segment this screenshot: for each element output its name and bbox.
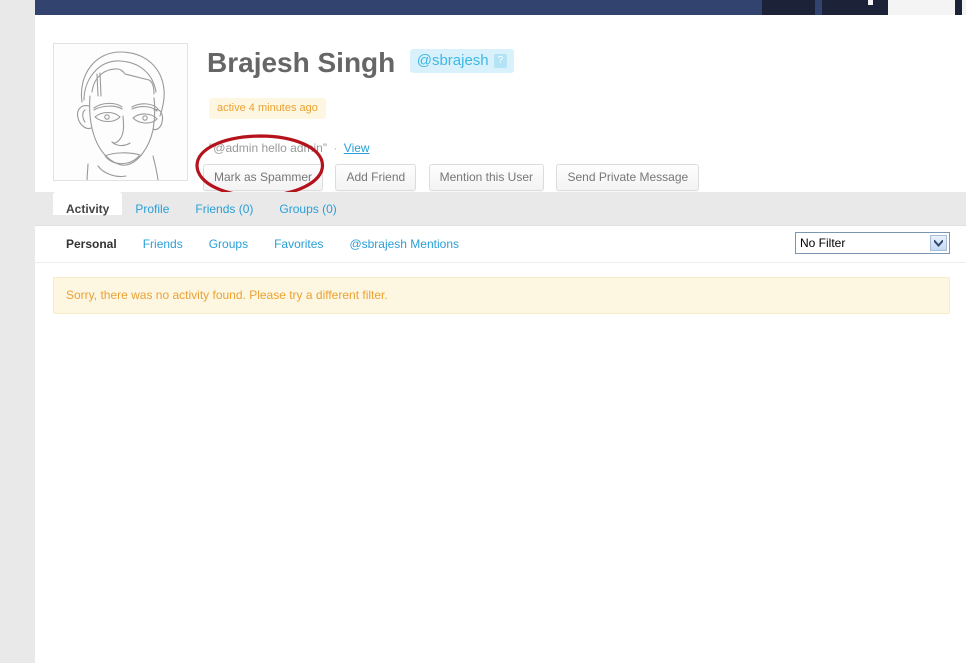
subnav-item-personal[interactable]: Personal [53,226,130,251]
admin-bar-segment-right[interactable] [822,0,888,15]
last-active-badge: active 4 minutes ago [209,98,326,119]
subnav-item-favorites[interactable]: Favorites [261,226,336,251]
page-container: Brajesh Singh @sbrajesh? active 4 minute… [35,15,966,663]
user-nicename-badge: @sbrajesh? [409,49,515,73]
page-title: Brajesh Singh [207,47,396,78]
subnav-item-groups-label[interactable]: Groups [196,226,261,251]
activity-filter-selected-value: No Filter [800,236,846,250]
user-nicename-text: @sbrajesh [416,52,489,69]
tab-activity-label[interactable]: Activity [53,192,123,216]
tab-profile-label[interactable]: Profile [122,192,182,216]
help-icon[interactable]: ? [493,54,508,68]
item-nav-list: Activity Profile Friends (0) Groups (0) [35,192,966,225]
admin-bar-caret-icon [868,0,873,5]
tab-friends-label[interactable]: Friends (0) [182,192,266,216]
mention-this-user-button[interactable]: Mention this User [428,164,545,191]
admin-bar-segment-far-right[interactable] [955,0,962,15]
tab-friends[interactable]: Friends (0) [182,192,266,225]
no-activity-notice: Sorry, there was no activity found. Plea… [53,277,950,314]
send-private-message-button[interactable]: Send Private Message [556,164,700,191]
tab-profile[interactable]: Profile [122,192,182,225]
member-action-buttons: Mark as Spammer Add Friend Mention this … [203,164,707,191]
admin-bar[interactable] [35,0,966,15]
activity-filter-select[interactable]: No Filter [795,232,950,254]
subnav-item-mentions[interactable]: @sbrajesh Mentions [336,226,472,251]
chevron-down-icon[interactable] [930,235,947,251]
subnav-item-groups[interactable]: Groups [196,226,261,251]
latest-update-separator: · [333,141,338,155]
tab-groups[interactable]: Groups (0) [266,192,349,225]
latest-update: "@admin hello admin" · View [209,141,370,155]
admin-bar-segment-left[interactable] [762,0,815,15]
subnav-item-mentions-label[interactable]: @sbrajesh Mentions [336,226,472,251]
latest-update-quote: "@admin hello admin" [209,141,328,155]
tab-groups-label[interactable]: Groups (0) [266,192,349,216]
subnav-item-friends[interactable]: Friends [130,226,196,251]
profile-header: Brajesh Singh @sbrajesh? active 4 minute… [35,15,966,198]
subnav-item-friends-label[interactable]: Friends [130,226,196,251]
subnav-item-favorites-label[interactable]: Favorites [261,226,336,251]
add-friend-button[interactable]: Add Friend [335,164,417,191]
avatar-face-line-drawing [77,51,165,180]
tab-activity[interactable]: Activity [53,192,123,225]
avatar[interactable] [53,43,188,181]
activity-content: Sorry, there was no activity found. Plea… [35,263,966,663]
mark-as-spammer-button[interactable]: Mark as Spammer [203,164,324,191]
member-name-line: Brajesh Singh @sbrajesh? [207,47,515,79]
item-nav: Activity Profile Friends (0) Groups (0) [35,192,966,226]
subnav-item-personal-label[interactable]: Personal [53,226,130,251]
view-link[interactable]: View [344,141,370,155]
subnav: Personal Friends Groups Favorites @sbraj… [35,226,966,263]
